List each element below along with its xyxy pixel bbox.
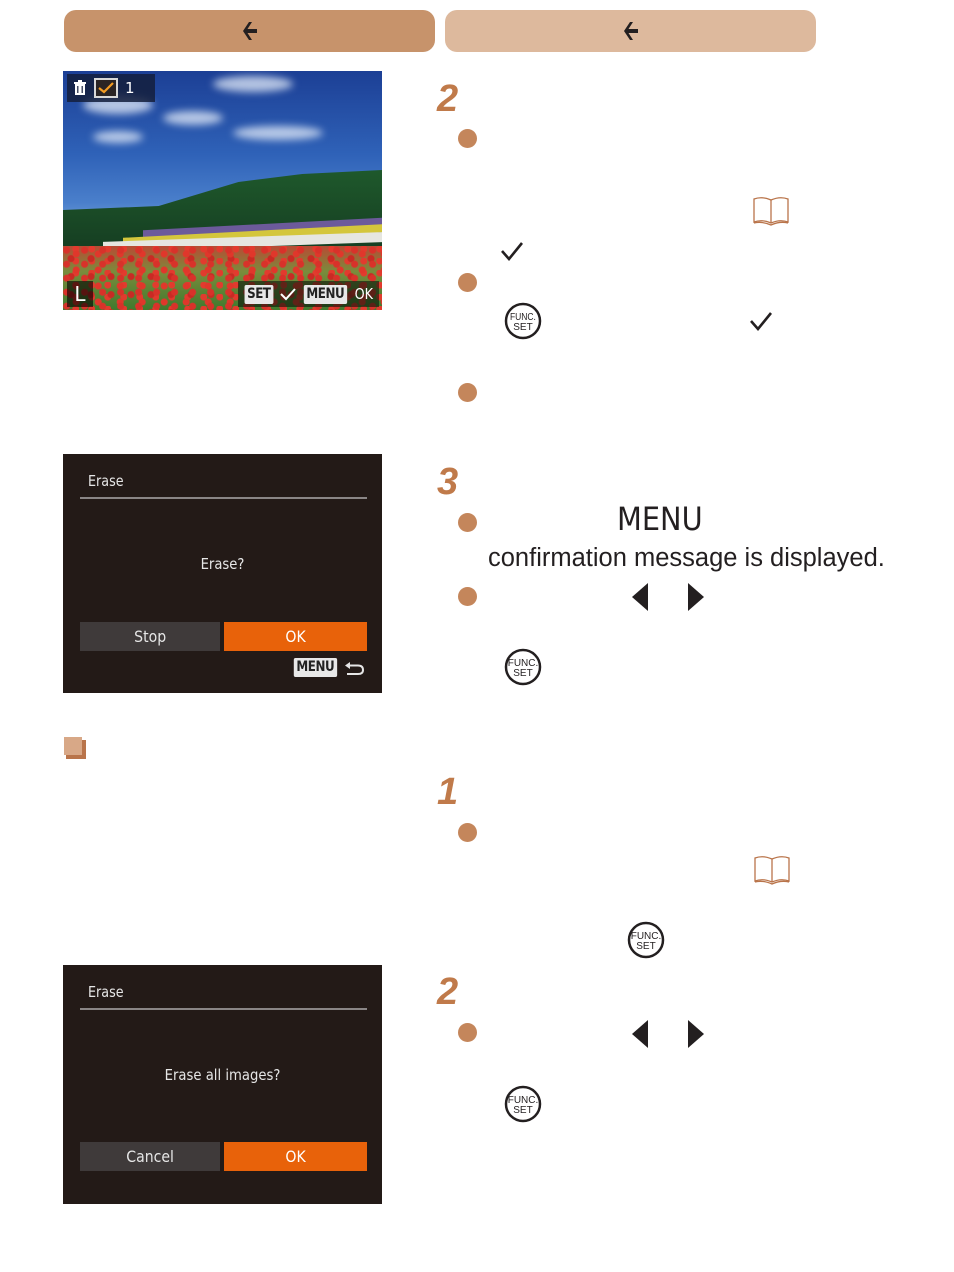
step-number: 2 <box>437 78 459 120</box>
image-size-label: L <box>67 281 93 307</box>
selected-count: 1 <box>125 79 135 97</box>
ok-button[interactable]: OK <box>224 622 367 651</box>
section-marker-square <box>64 737 82 755</box>
func-set-button-icon: FUNC. SET <box>504 648 542 686</box>
stop-button-label: Stop <box>133 627 167 646</box>
cancel-button[interactable]: Cancel <box>80 1142 220 1171</box>
bullet <box>458 129 477 148</box>
set-key-label: SET <box>244 284 274 304</box>
ok-button[interactable]: OK <box>224 1142 367 1171</box>
svg-text:SET: SET <box>513 668 532 679</box>
right-arrow-icon <box>688 1020 704 1048</box>
cancel-button-label: Cancel <box>126 1147 174 1166</box>
menu-button-label: MENU <box>617 500 703 538</box>
nav-previous-section-button[interactable] <box>445 10 816 52</box>
svg-text:SET: SET <box>636 941 655 952</box>
menu-key-label: MENU <box>294 658 338 677</box>
bullet <box>458 383 477 402</box>
photo-cloud <box>93 131 143 143</box>
menu-action-label: OK <box>354 285 374 303</box>
dialog-message: Erase all images? <box>164 1066 281 1084</box>
bullet <box>458 273 477 292</box>
dialog-title: Erase <box>88 983 124 1001</box>
bullet <box>458 1023 477 1042</box>
step-number: 1 <box>437 771 459 813</box>
svg-text:SET: SET <box>513 322 532 333</box>
return-icon <box>345 661 365 675</box>
ok-button-label: OK <box>285 1147 306 1166</box>
func-set-button-icon: FUNC. SET <box>627 921 665 959</box>
menu-back-hint: MENU <box>290 658 365 677</box>
func-set-button-icon: FUNC. SET <box>504 1085 542 1123</box>
bullet <box>458 513 477 532</box>
photo-selection-screen: 1 L SET MENU OK <box>63 71 382 310</box>
book-ref-icon[interactable] <box>753 855 791 885</box>
photo-cloud <box>213 76 293 92</box>
section-heading-marker <box>64 737 86 759</box>
dialog-divider <box>80 497 367 499</box>
step-number: 2 <box>437 971 459 1013</box>
menu-key-label: MENU <box>303 284 347 304</box>
svg-text:FUNC.: FUNC. <box>510 311 536 322</box>
selection-status-bar: 1 <box>67 74 155 102</box>
bullet <box>458 587 477 606</box>
checkbox-checked-icon[interactable] <box>94 78 118 98</box>
nav-back-button[interactable] <box>64 10 435 52</box>
trash-icon <box>74 80 86 95</box>
step-text: confirmation message is displayed. <box>488 544 885 572</box>
svg-text:SET: SET <box>513 1105 532 1116</box>
photo-cloud <box>233 126 323 140</box>
book-ref-icon[interactable] <box>752 196 790 226</box>
left-arrow-icon <box>632 1020 648 1048</box>
right-arrow-icon <box>688 583 704 611</box>
dialog-title: Erase <box>88 472 124 490</box>
func-set-button-icon: FUNC. SET <box>504 302 542 340</box>
photo-cloud <box>163 111 223 125</box>
check-icon <box>501 242 524 262</box>
stop-button[interactable]: Stop <box>80 622 220 651</box>
arrow-left-icon <box>242 22 257 40</box>
photo-action-bar: SET MENU OK <box>238 281 379 307</box>
erase-all-dialog: Erase Erase all images? Cancel OK <box>63 965 382 1204</box>
arrow-left-icon <box>623 22 638 40</box>
bullet <box>458 823 477 842</box>
check-icon <box>280 288 296 301</box>
left-arrow-icon <box>632 583 648 611</box>
dialog-message: Erase? <box>200 555 245 573</box>
erase-confirm-dialog: Erase Erase? Stop OK MENU <box>63 454 382 693</box>
dialog-divider <box>80 1008 367 1010</box>
step-number: 3 <box>437 461 459 503</box>
ok-button-label: OK <box>285 627 306 646</box>
check-icon <box>750 312 773 332</box>
